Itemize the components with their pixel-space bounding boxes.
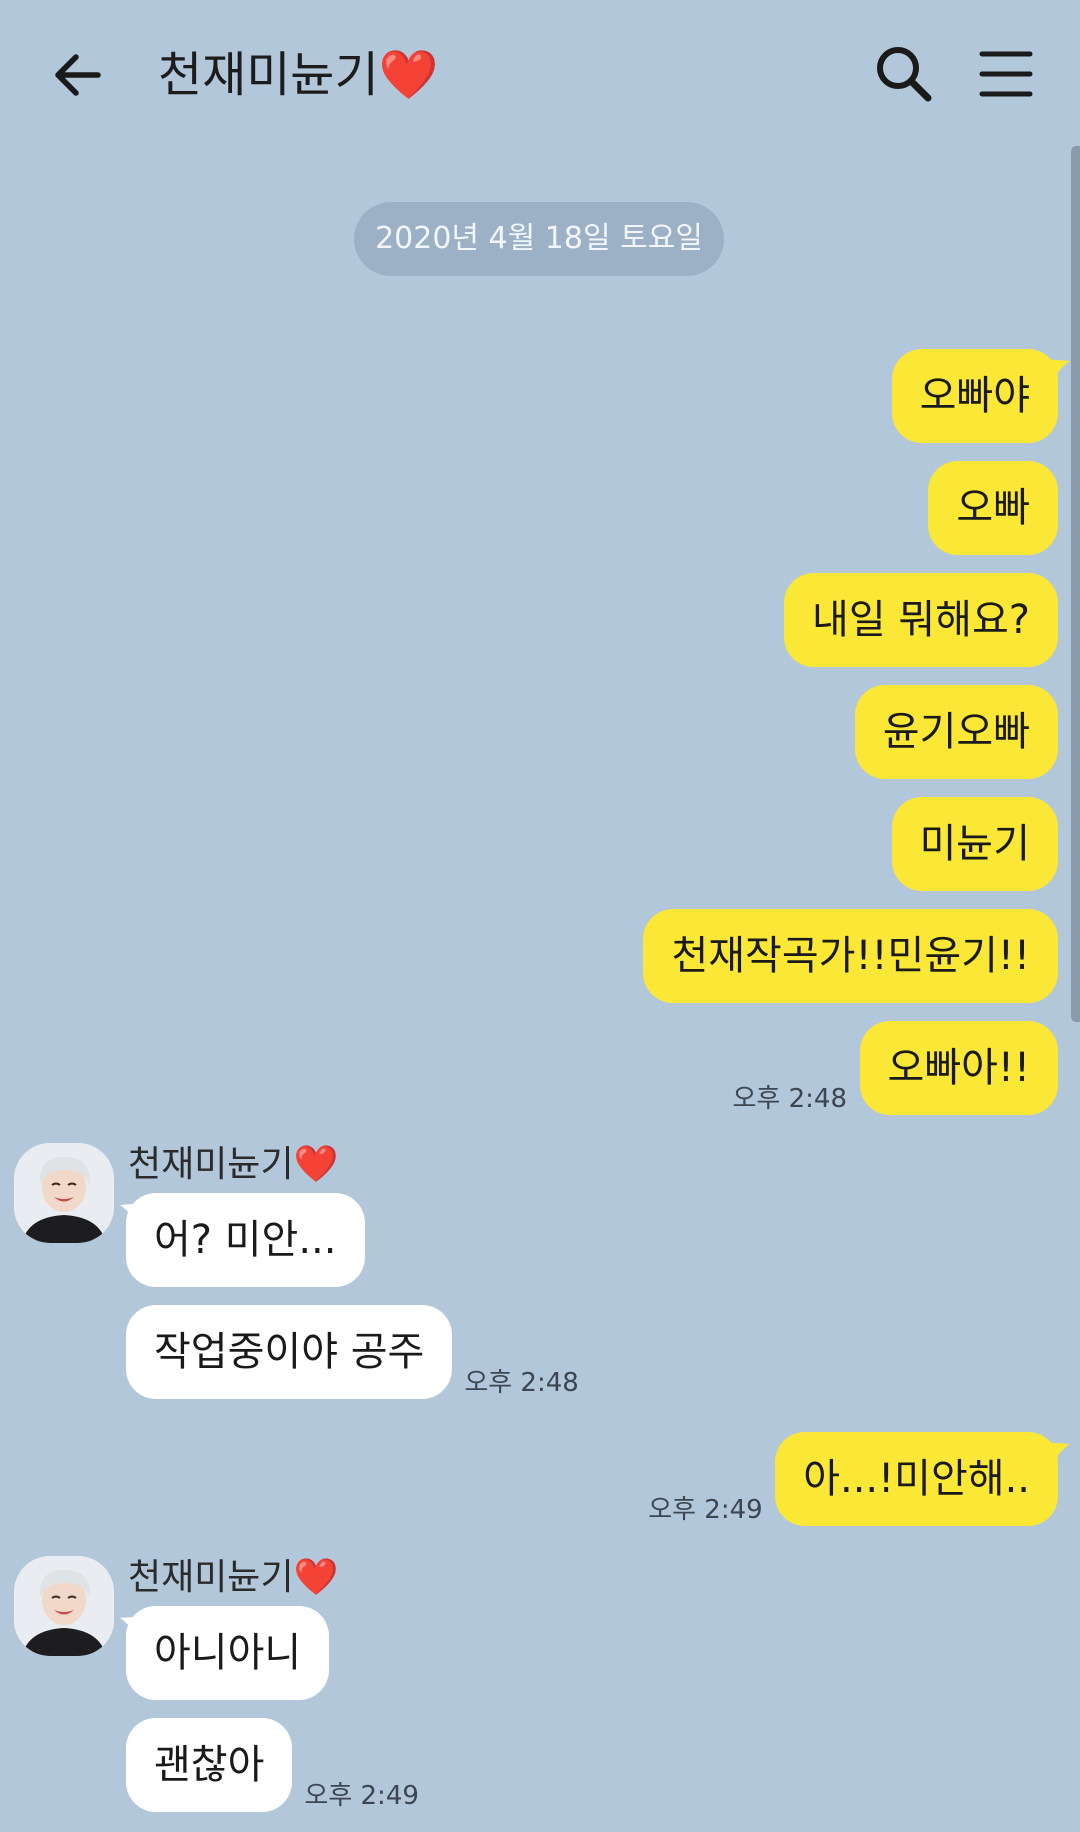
- scrollbar[interactable]: [1071, 146, 1080, 1022]
- message-timestamp: 오후 2:48: [732, 1084, 848, 1114]
- my-message-bubble[interactable]: 내일 뭐해요?: [784, 573, 1058, 667]
- avatar[interactable]: [14, 1143, 114, 1243]
- my-message-bubble[interactable]: 오빠야: [891, 349, 1058, 443]
- my-message-bubble[interactable]: 오빠: [928, 461, 1058, 555]
- their-message-bubble[interactable]: 작업중이야 공주: [126, 1305, 453, 1399]
- date-divider: 2020년 4월 18일 토요일: [354, 202, 724, 276]
- bubble-tail: [1044, 359, 1070, 383]
- chat-title: 천재미뉸기❤️: [158, 47, 439, 103]
- their-message-bubble[interactable]: 어? 미안...: [126, 1193, 365, 1287]
- arrow-left-icon: [55, 54, 101, 96]
- hamburger-menu-icon: [979, 51, 1033, 97]
- message-timestamp: 오후 2:49: [648, 1495, 763, 1525]
- bubble-tail: [1044, 1442, 1070, 1466]
- my-message-bubble[interactable]: 윤기오빠: [854, 685, 1058, 779]
- message-timestamp: 오후 2:48: [464, 1368, 579, 1398]
- bubble-tail: [120, 1203, 146, 1227]
- back-button[interactable]: [48, 45, 108, 105]
- chat-screen: 천재미뉸기❤️ 2020년 4월 18일 토요일 오빠야오빠내일 뭐해요? 윤기오…: [0, 0, 1080, 1832]
- search-icon: [877, 47, 932, 102]
- my-message-bubble[interactable]: 미뉸기: [891, 797, 1058, 891]
- bubble-tail: [120, 1616, 146, 1640]
- my-message-bubble[interactable]: 오빠아!!: [859, 1021, 1058, 1115]
- message-timestamp: 오후 2:49: [304, 1781, 419, 1811]
- avatar[interactable]: [14, 1556, 114, 1656]
- their-message-bubble[interactable]: 괜찮아: [126, 1718, 293, 1812]
- their-message-bubble[interactable]: 아니아니: [126, 1606, 330, 1700]
- menu-button[interactable]: [978, 48, 1034, 100]
- my-message-bubble[interactable]: 천재작곡가!!민윤기!!: [643, 909, 1058, 1003]
- search-button[interactable]: [872, 42, 936, 106]
- sender-name: 천재미뉸기❤️: [128, 1144, 339, 1185]
- chat-header: 천재미뉸기❤️: [0, 0, 1080, 150]
- my-message-bubble[interactable]: 아...!미안해..: [775, 1432, 1058, 1526]
- sender-name: 천재미뉸기❤️: [128, 1557, 339, 1598]
